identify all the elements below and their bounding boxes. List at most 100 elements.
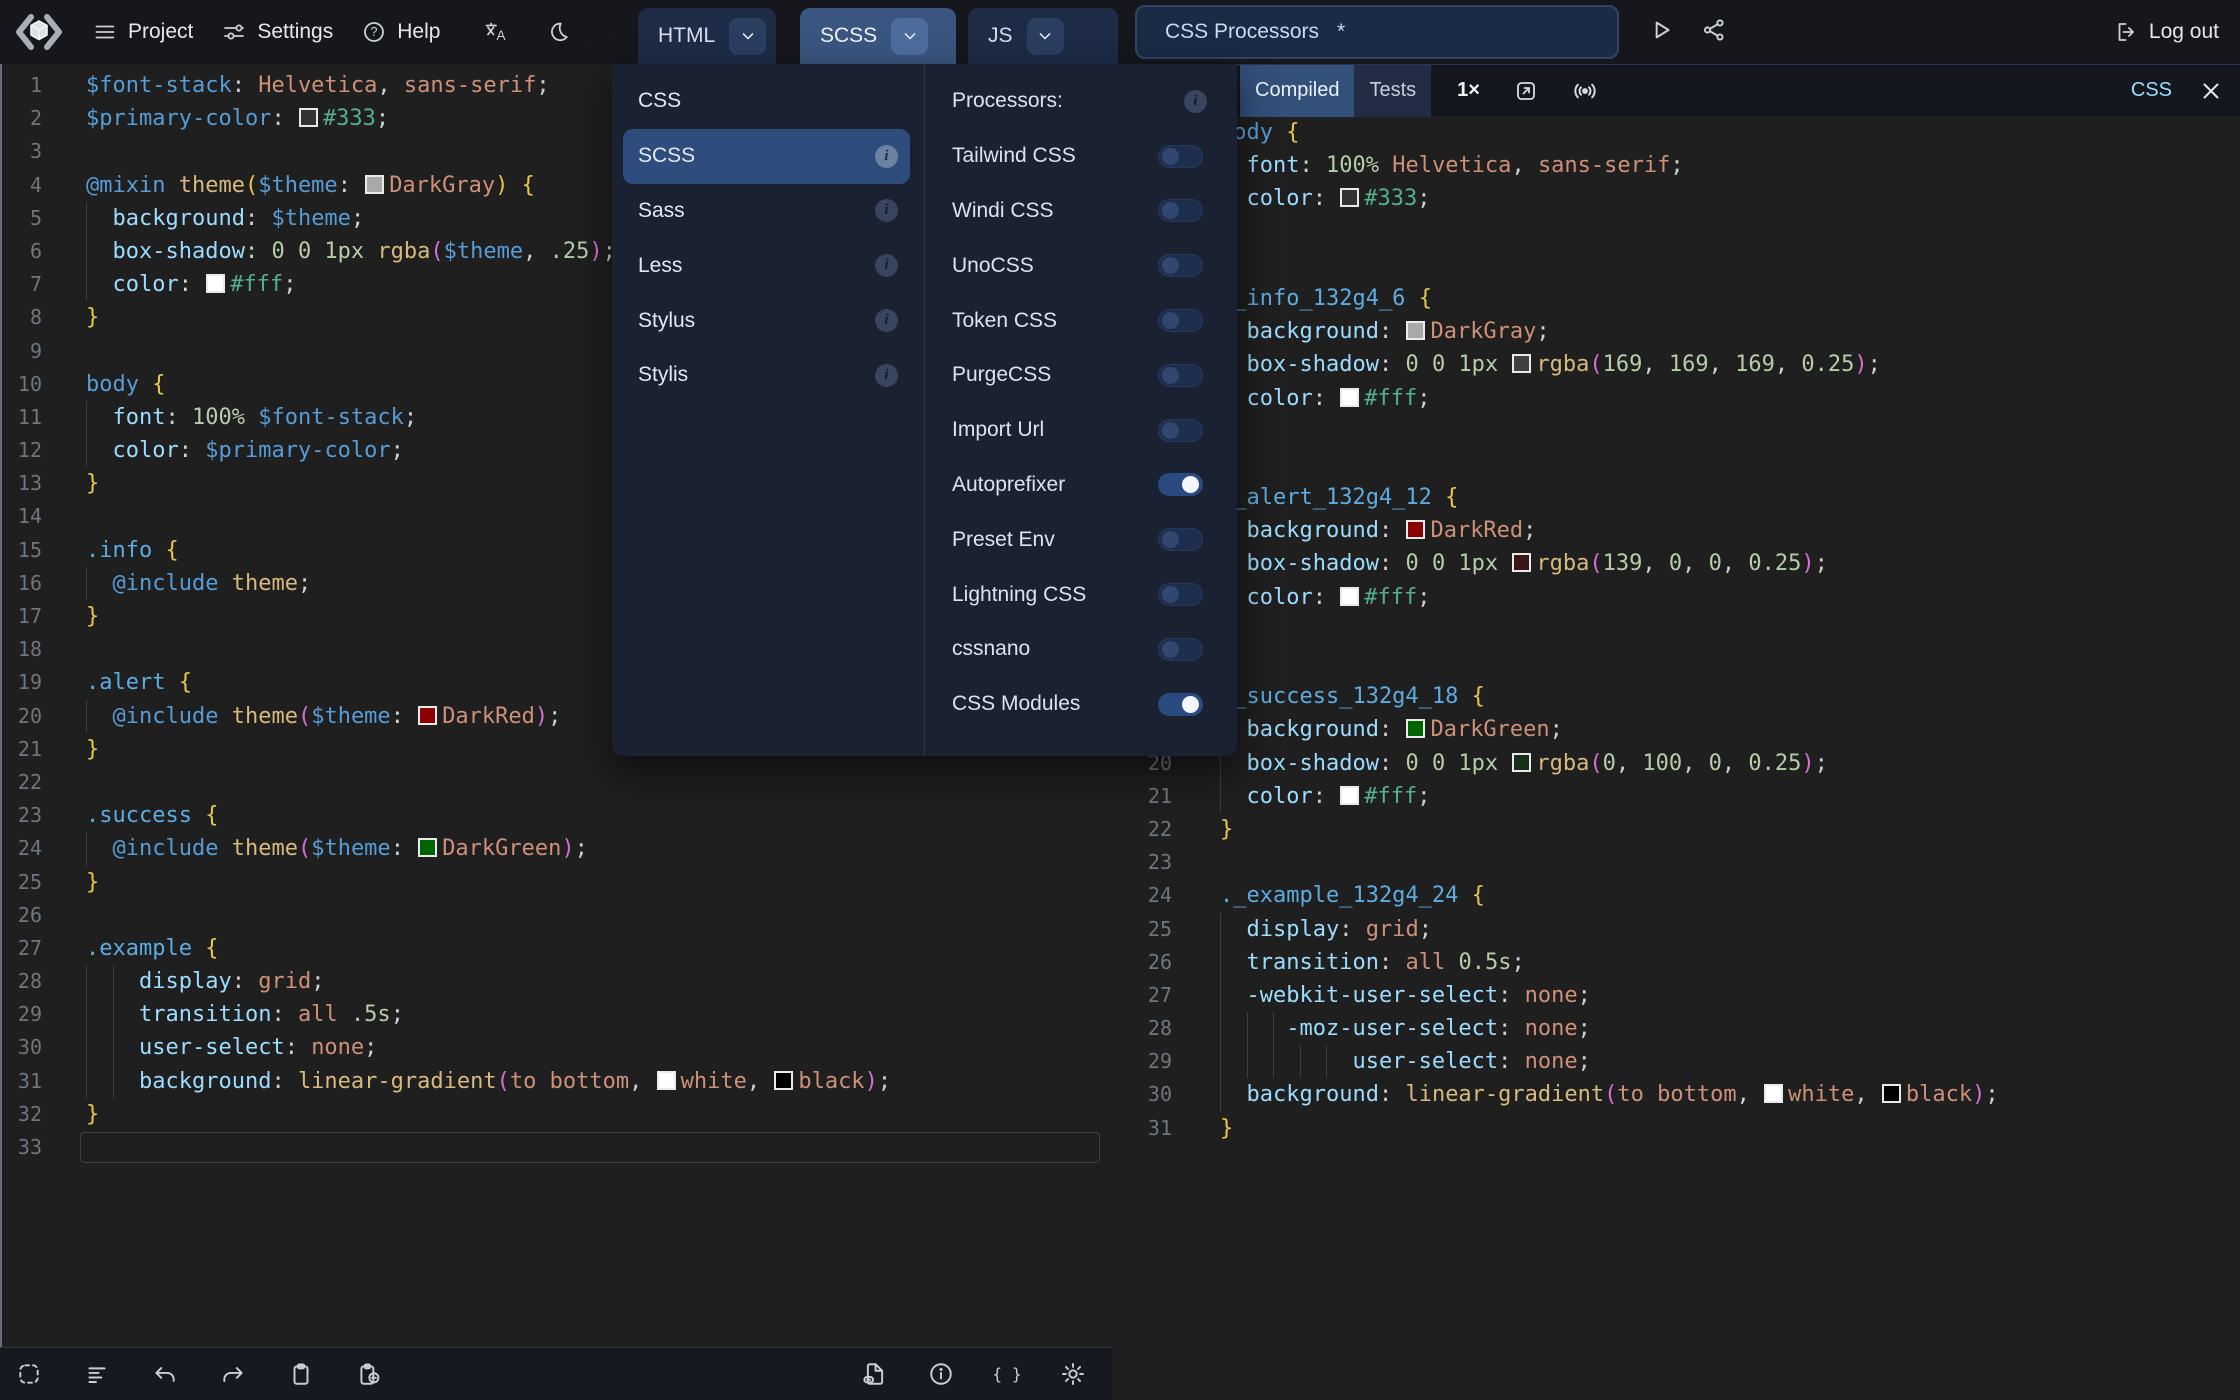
- info-icon[interactable]: i: [875, 254, 898, 278]
- processor-toggle-lightning-css[interactable]: [1158, 583, 1203, 607]
- code-line-23[interactable]: 23 .success {: [0, 799, 1112, 832]
- translate-icon[interactable]: A: [484, 20, 508, 44]
- language-item-sass[interactable]: Sass i: [623, 184, 910, 239]
- code-line-22[interactable]: 22: [0, 766, 1112, 799]
- color-swatch[interactable]: [206, 274, 226, 294]
- settings-menu[interactable]: Settings: [222, 20, 333, 44]
- processor-toggle-autoprefixer[interactable]: [1158, 473, 1203, 497]
- language-item-scss[interactable]: SCSS i: [623, 128, 910, 184]
- color-swatch[interactable]: [1340, 387, 1360, 407]
- processor-toggle-token-css[interactable]: [1158, 309, 1203, 333]
- code-line-24[interactable]: 24 @include theme($theme: DarkGreen);: [0, 832, 1112, 866]
- color-swatch[interactable]: [1340, 785, 1360, 805]
- project-menu[interactable]: Project: [93, 20, 193, 44]
- app-logo-icon[interactable]: [14, 10, 64, 54]
- settings-icon[interactable]: [1060, 1361, 1086, 1387]
- compiled-css-view[interactable]: 1body {2 font: 100% Helvetica, sans-seri…: [1112, 116, 2240, 1400]
- color-swatch[interactable]: [1406, 520, 1426, 540]
- code-line-29[interactable]: 29 transition: all .5s;: [0, 998, 1112, 1032]
- color-swatch[interactable]: [1881, 1084, 1901, 1104]
- code-line-29[interactable]: 29 user-select: none;: [1112, 1045, 2240, 1079]
- file-tab-js[interactable]: JS: [968, 8, 1118, 64]
- code-line-28[interactable]: 28 -moz-user-select: none;: [1112, 1012, 2240, 1046]
- language-item-stylus[interactable]: Stylus i: [623, 293, 910, 348]
- code-line-9[interactable]: 9 color: #fff;: [1112, 381, 2240, 415]
- code-line-28[interactable]: 28 display: grid;: [0, 965, 1112, 999]
- code-line-14[interactable]: 14 box-shadow: 0 0 1px rgba(139, 0, 0, 0…: [1112, 547, 2240, 581]
- code-line-27[interactable]: 27 -webkit-user-select: none;: [1112, 978, 2240, 1013]
- clipboard-minus-icon[interactable]: [356, 1361, 382, 1387]
- color-swatch[interactable]: [1512, 354, 1532, 374]
- share-button[interactable]: [1701, 17, 1727, 43]
- info-icon[interactable]: i: [875, 363, 898, 387]
- help-menu[interactable]: ? Help: [362, 20, 440, 44]
- color-swatch[interactable]: [1340, 188, 1360, 208]
- processor-toggle-css-modules[interactable]: [1158, 692, 1203, 716]
- code-line-31[interactable]: 31}: [1112, 1112, 2240, 1145]
- code-line-2[interactable]: 2 font: 100% Helvetica, sans-serif;: [1112, 149, 2240, 183]
- zoom-level[interactable]: 1×: [1457, 79, 1480, 102]
- redo-icon[interactable]: [220, 1361, 246, 1387]
- code-line-21[interactable]: 21 color: #fff;: [1112, 779, 2240, 813]
- processor-toggle-windi-css[interactable]: [1158, 199, 1203, 223]
- color-swatch[interactable]: [1512, 553, 1532, 573]
- color-swatch[interactable]: [1512, 752, 1532, 772]
- dark-mode-toggle-icon[interactable]: [546, 20, 570, 44]
- code-line-20[interactable]: 20 box-shadow: 0 0 1px rgba(0, 100, 0, 0…: [1112, 746, 2240, 780]
- code-line-3[interactable]: 3 color: #333;: [1112, 182, 2240, 216]
- color-swatch[interactable]: [656, 1070, 676, 1090]
- logout-button[interactable]: Log out: [2113, 0, 2219, 64]
- code-line-25[interactable]: 25 display: grid;: [1112, 912, 2240, 946]
- language-item-stylis[interactable]: Stylis i: [623, 348, 910, 403]
- run-button[interactable]: [1648, 17, 1674, 43]
- code-line-13[interactable]: 13 background: DarkRed;: [1112, 514, 2240, 548]
- color-swatch[interactable]: [1406, 321, 1426, 341]
- chevron-down-icon[interactable]: [1026, 17, 1064, 55]
- color-swatch[interactable]: [298, 108, 318, 128]
- code-line-16[interactable]: 16}: [1112, 614, 2240, 647]
- code-line-4[interactable]: 4}: [1112, 216, 2240, 249]
- file-tab-scss[interactable]: SCSS: [800, 8, 956, 64]
- file-tab-html[interactable]: HTML: [638, 8, 776, 64]
- code-line-8[interactable]: 8 box-shadow: 0 0 1px rgba(169, 169, 169…: [1112, 348, 2240, 382]
- chevron-down-icon[interactable]: [729, 17, 767, 55]
- clipboard-icon[interactable]: [288, 1361, 314, 1387]
- code-line-18[interactable]: 18._success_132g4_18 {: [1112, 680, 2240, 713]
- code-line-27[interactable]: 27 .example {: [0, 932, 1112, 965]
- code-line-11[interactable]: 11: [1112, 448, 2240, 481]
- code-line-24[interactable]: 24 ._example_132g4_24 {: [1112, 879, 2240, 912]
- file-link-icon[interactable]: [862, 1361, 888, 1387]
- code-line-5[interactable]: 5: [1112, 249, 2240, 282]
- language-item-css[interactable]: CSS: [623, 74, 910, 129]
- project-title-field[interactable]: CSS Processors *: [1135, 5, 1619, 59]
- color-swatch[interactable]: [365, 174, 385, 194]
- open-in-new-window-icon[interactable]: [1514, 79, 1538, 103]
- code-line-12[interactable]: 12._alert_132g4_12 {: [1112, 481, 2240, 514]
- color-swatch[interactable]: [418, 838, 438, 858]
- processor-toggle-tailwind-css[interactable]: [1158, 144, 1203, 168]
- processor-toggle-cssnano[interactable]: [1158, 637, 1203, 661]
- info-icon[interactable]: i: [875, 144, 898, 168]
- code-line-19[interactable]: 19 background: DarkGreen;: [1112, 713, 2240, 747]
- code-line-32[interactable]: 32}: [0, 1098, 1112, 1131]
- live-reload-icon[interactable]: [1572, 78, 1598, 104]
- code-line-33[interactable]: 33: [0, 1131, 1112, 1164]
- processor-toggle-purgecss[interactable]: [1158, 363, 1203, 387]
- language-item-less[interactable]: Less i: [623, 238, 910, 293]
- info-icon[interactable]: i: [875, 309, 898, 333]
- code-line-7[interactable]: 7 background: DarkGray;: [1112, 315, 2240, 349]
- code-line-25[interactable]: 25}: [0, 866, 1112, 899]
- code-line-26[interactable]: 26: [0, 899, 1112, 932]
- color-swatch[interactable]: [774, 1070, 794, 1090]
- code-line-10[interactable]: 10}: [1112, 415, 2240, 448]
- selection-icon[interactable]: [16, 1361, 42, 1387]
- code-line-6[interactable]: 6._info_132g4_6 {: [1112, 282, 2240, 315]
- processor-toggle-preset-env[interactable]: [1158, 528, 1203, 552]
- color-swatch[interactable]: [1406, 719, 1426, 739]
- code-line-22[interactable]: 22}: [1112, 813, 2240, 846]
- preview-tab-compiled[interactable]: Compiled: [1240, 64, 1355, 117]
- color-swatch[interactable]: [418, 705, 438, 725]
- code-line-30[interactable]: 30 background: linear-gradient(to bottom…: [1112, 1078, 2240, 1112]
- code-line-26[interactable]: 26 transition: all 0.5s;: [1112, 945, 2240, 979]
- code-line-31[interactable]: 31 background: linear-gradient(to bottom…: [0, 1064, 1112, 1098]
